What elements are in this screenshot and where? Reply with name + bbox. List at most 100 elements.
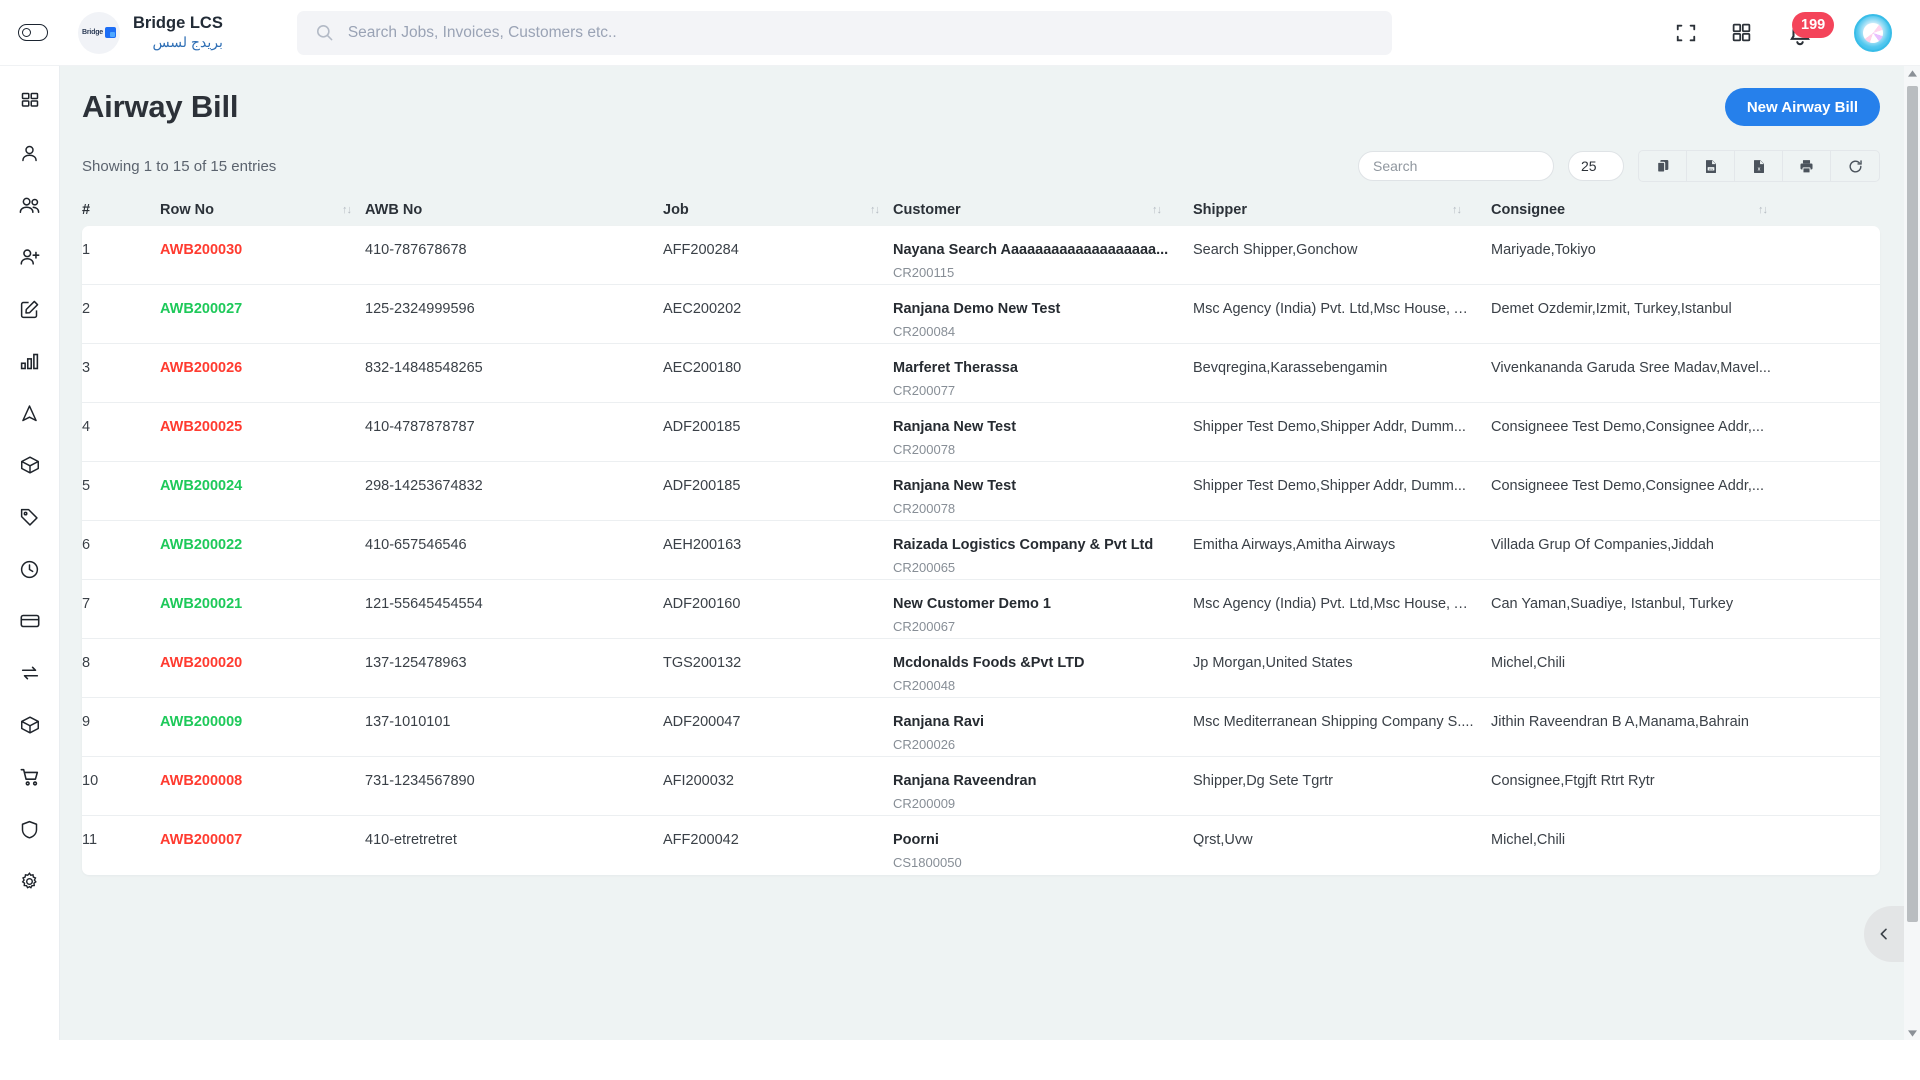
copy-button[interactable] [1639,151,1687,181]
row-no-link[interactable]: AWB200022 [160,537,242,553]
csv-file-icon: csv [1705,159,1716,173]
cell-customer: Ranjana Demo New Test CR200084 [893,301,1193,343]
sidebar-item-jobs[interactable] [12,398,48,428]
brand[interactable]: Bridge Bridge LCS بريدج لسس [78,11,223,54]
table-search-input[interactable] [1358,151,1554,181]
csv-export-button[interactable]: csv [1687,151,1735,181]
avatar[interactable] [1854,13,1892,52]
cell-index: 8 [82,655,91,671]
customer-code: CR200084 [893,324,956,339]
cell-consignee: Jithin Raveendran B A,Manama,Bahrain [1491,714,1749,730]
sidebar-item-add-user[interactable] [12,242,48,272]
cell-customer: Poorni CS1800050 [893,832,1193,875]
dashboard-grid-icon [21,92,38,107]
table-row[interactable]: 10 AWB200008 731-1234567890 AFI200032 Ranjan… [82,757,1880,816]
cell-shipper: Msc Mediterranean Shipping Company S.... [1193,714,1474,730]
navigation-icon [22,404,37,421]
notifications-button[interactable]: 199 [1786,11,1835,50]
table-row[interactable]: 3 AWB200026 832-14848548265 AEC200180 Marfer… [82,344,1880,403]
cell-shipper: Shipper,Dg Sete Tgrtr [1193,773,1333,789]
sidebar-item-pricing[interactable] [12,502,48,532]
table-row[interactable]: 7 AWB200021 121-55645454554 ADF200160 New Cu… [82,580,1880,639]
column-header-job[interactable]: Job ↑↓ [663,202,893,218]
column-header-label: Consignee [1491,202,1566,218]
fullscreen-button[interactable] [1675,22,1697,44]
new-airway-bill-button[interactable]: New Airway Bill [1724,88,1880,126]
sidebar-item-settings[interactable] [12,866,48,896]
table-row[interactable]: 6 AWB200022 410-657546546 AEH200163 Raizada … [82,521,1880,580]
cell-job: ADF200185 [663,478,741,494]
scroll-up-arrow[interactable] [1904,66,1920,80]
export-button-group: csv x [1638,150,1880,182]
global-search-input[interactable]: Search Jobs, Invoices, Customers etc.. [296,10,1392,55]
row-no-link[interactable]: AWB200008 [160,773,242,789]
row-no-link[interactable]: AWB200024 [160,478,242,494]
sidebar-item-packages[interactable] [12,450,48,480]
sidebar-item-user[interactable] [12,138,48,168]
row-no-link[interactable]: AWB200021 [160,596,242,612]
sort-toggle-icon[interactable]: ↑↓ [1452,204,1475,216]
row-no-link[interactable]: AWB200027 [160,301,242,317]
scrollbar-thumb[interactable] [1907,86,1918,922]
row-no-link[interactable]: AWB200030 [160,242,242,258]
sidebar-item-dashboard[interactable] [12,86,48,116]
column-header-customer[interactable]: Customer ↑↓ [893,202,1193,218]
row-no-link[interactable]: AWB200026 [160,360,242,376]
sidebar-item-inventory[interactable] [12,710,48,740]
scroll-down-arrow[interactable] [1904,1026,1920,1040]
row-no-link[interactable]: AWB200025 [160,419,242,435]
cell-job: AEC200202 [663,301,742,317]
cell-customer: New Customer Demo 1 CR200067 [893,596,1193,638]
apps-button[interactable] [1731,22,1752,43]
cell-shipper: Shipper Test Demo,Shipper Addr, Dumm... [1193,478,1466,494]
excel-file-icon: x [1753,159,1764,173]
column-header-row-no[interactable]: Row No ↑↓ [160,202,365,218]
print-button[interactable] [1783,151,1831,181]
page-length-input[interactable] [1568,151,1624,181]
sidebar-toggle-button[interactable] [0,24,66,41]
row-no-link[interactable]: AWB200009 [160,714,242,730]
refresh-button[interactable] [1831,151,1879,181]
page-header: Airway Bill New Airway Bill [60,66,1920,126]
sidebar-item-purchase[interactable] [12,762,48,792]
cell-index: 9 [82,714,91,730]
edit-square-icon [20,300,39,318]
chevron-left-icon [1880,928,1887,940]
column-header-consignee[interactable]: Consignee ↑↓ [1491,202,1791,218]
clock-icon [20,560,39,578]
table-row[interactable]: 2 AWB200027 125-2324999596 AEC200202 Ranjana… [82,285,1880,344]
table-row[interactable]: 4 AWB200025 410-4787878787 ADF200185 Ranjana… [82,403,1880,462]
vertical-scrollbar[interactable] [1904,66,1920,1040]
sidebar-item-customers[interactable] [12,190,48,220]
svg-text:x: x [1757,166,1760,172]
sidebar-item-transactions[interactable] [12,658,48,688]
table-row[interactable]: 5 AWB200024 298-14253674832 ADF200185 Ranjan… [82,462,1880,521]
sort-toggle-icon[interactable]: ↑↓ [1758,204,1781,216]
sidebar-item-payments[interactable] [12,606,48,636]
table-row[interactable]: 1 AWB200030 410-787678678 AFF200284 Nayana S… [82,226,1880,285]
cell-job: AFF200042 [663,832,739,848]
cell-awb-no: 410-4787878787 [365,419,475,435]
row-no-link[interactable]: AWB200007 [160,832,242,848]
cell-shipper: Jp Morgan,United States [1193,655,1353,671]
sidebar-item-security[interactable] [12,814,48,844]
cell-customer: Raizada Logistics Company & Pvt Ltd CR200… [893,537,1193,579]
customer-code: CR200048 [893,678,956,693]
excel-export-button[interactable]: x [1735,151,1783,181]
fullscreen-icon [1676,24,1696,41]
column-header-label: Customer [893,202,961,218]
sidebar-item-quotation[interactable] [12,294,48,324]
table-row[interactable]: 9 AWB200009 137-1010101 ADF200047 Ranjana Ra… [82,698,1880,757]
row-no-link[interactable]: AWB200020 [160,655,242,671]
cell-row-no: AWB200025 [160,419,365,461]
cell-index: 4 [82,419,91,435]
sidebar-item-reports[interactable] [12,346,48,376]
sort-toggle-icon[interactable]: ↑↓ [1152,204,1175,216]
sort-toggle-icon[interactable]: ↑↓ [342,204,365,216]
column-header-shipper[interactable]: Shipper ↑↓ [1193,202,1491,218]
sidebar-item-history[interactable] [12,554,48,584]
apps-grid-icon [1732,23,1751,42]
table-row[interactable]: 11 AWB200007 410-etretretret AFF200042 Poorn… [82,816,1880,875]
table-row[interactable]: 8 AWB200020 137-125478963 TGS200132 Mcdonald… [82,639,1880,698]
sort-toggle-icon[interactable]: ↑↓ [870,204,893,216]
